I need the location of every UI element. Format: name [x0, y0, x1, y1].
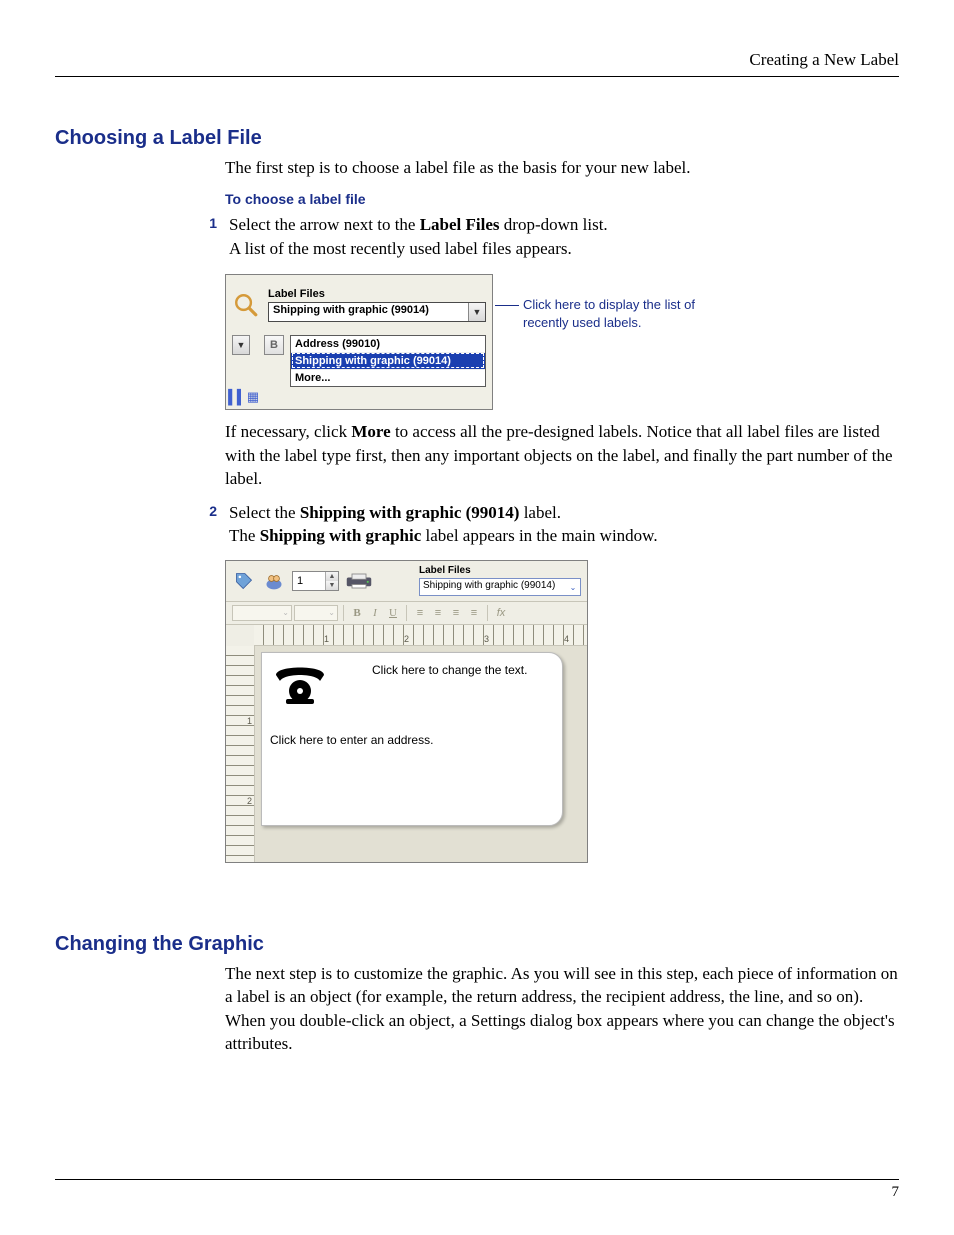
enter-address-placeholder[interactable]: Click here to enter an address. [270, 733, 433, 747]
spinner-down-icon[interactable]: ▼ [326, 581, 338, 590]
label-files-caption: Label Files [268, 288, 486, 300]
ruler-tick: 1 [324, 634, 329, 644]
magnifier-icon [232, 291, 260, 319]
chevron-down-icon[interactable]: ⌄ [566, 579, 580, 595]
step1-text-bold: Label Files [420, 215, 500, 234]
grid-icon: ▦ [246, 389, 260, 405]
after-fig1-bold: More [351, 422, 390, 441]
step2-text-a: Select the [229, 503, 300, 522]
toolbar-divider [487, 605, 488, 621]
step1-text-line2: A list of the most recently used label f… [229, 239, 572, 258]
label-canvas[interactable]: Click here to change the text. Click her… [261, 652, 563, 826]
list-item-more[interactable]: More... [291, 369, 485, 386]
ruler-tick: 4 [564, 634, 569, 644]
spinner-up-icon[interactable]: ▲ [326, 572, 338, 581]
align-right-button[interactable]: ≡ [448, 605, 464, 621]
telephone-icon[interactable] [272, 661, 328, 705]
step2-text-b: label. [519, 503, 561, 522]
changing-graphic-paragraph: The next step is to customize the graphi… [225, 962, 899, 1056]
align-justify-button[interactable]: ≡ [466, 605, 482, 621]
step2-text-bold: Shipping with graphic (99014) [300, 503, 520, 522]
list-item[interactable]: Address (99010) [291, 336, 485, 352]
step2-line2-b: label appears in the main window. [421, 526, 657, 545]
copies-spinner[interactable]: 1 ▲▼ [292, 571, 339, 591]
step2-line2-bold: Shipping with graphic [260, 526, 422, 545]
after-fig1-paragraph: If necessary, click More to access all t… [225, 420, 899, 490]
ruler-tick: 2 [404, 634, 409, 644]
step-number: 2 [203, 501, 217, 548]
intro-paragraph: The first step is to choose a label file… [225, 156, 899, 179]
people-icon[interactable] [262, 569, 286, 593]
page-number: 7 [55, 1184, 899, 1201]
fig1-frame: Label Files Shipping with graphic (99014… [225, 274, 493, 410]
font-size-select[interactable]: ⌄ [294, 605, 338, 621]
underline-button[interactable]: U [385, 605, 401, 621]
header-rule [55, 76, 899, 77]
bars-icon: ▍▍ [230, 389, 244, 405]
step-1: 1 Select the arrow next to the Label Fil… [203, 213, 899, 260]
page-header-chapter: Creating a New Label [55, 50, 899, 70]
section-changing-graphic: Changing the Graphic [55, 933, 899, 956]
step1-text-a: Select the arrow next to the [229, 215, 420, 234]
label-icon[interactable] [232, 569, 256, 593]
label-canvas-area: Click here to change the text. Click her… [255, 646, 587, 862]
fig2-label-files-caption: Label Files [419, 565, 581, 576]
align-left-button[interactable]: ≡ [412, 605, 428, 621]
align-center-button[interactable]: ≡ [430, 605, 446, 621]
toolbar-divider [343, 605, 344, 621]
ruler-vertical: 1 2 [226, 646, 255, 862]
printer-icon[interactable] [345, 572, 373, 590]
figure-2: 1 ▲▼ Label Files Shipping with graphic (… [225, 560, 588, 863]
fig2-combobox-value: Shipping with graphic (99014) [420, 579, 566, 595]
fig2-label-files-combobox[interactable]: Shipping with graphic (99014) ⌄ [419, 578, 581, 596]
bold-button[interactable]: B [264, 335, 284, 355]
step1-text-b: drop-down list. [500, 215, 608, 234]
ruler-tick: 2 [247, 796, 252, 806]
section-choosing-label-file: Choosing a Label File [55, 127, 899, 150]
label-files-combobox[interactable]: Shipping with graphic (99014) ▼ [268, 302, 486, 322]
font-family-select[interactable]: ⌄ [232, 605, 292, 621]
ruler-horizontal: 1 2 3 4 [254, 625, 587, 646]
fig2-toolbar-main: 1 ▲▼ Label Files Shipping with graphic (… [226, 561, 587, 602]
step-2: 2 Select the Shipping with graphic (9901… [203, 501, 899, 548]
figure-1-callout: Click here to display the list of recent… [509, 296, 723, 331]
step2-line2-a: The [229, 526, 260, 545]
ruler-tick: 3 [484, 634, 489, 644]
italic-button[interactable]: I [367, 605, 383, 621]
fig2-toolbar-format: ⌄ ⌄ B I U ≡ ≡ ≡ ≡ fx [226, 602, 587, 625]
step-number: 1 [203, 213, 217, 260]
chevron-down-icon[interactable]: ▼ [468, 303, 485, 321]
figure-1: Label Files Shipping with graphic (99014… [225, 274, 899, 410]
list-item-selected[interactable]: Shipping with graphic (99014) [291, 352, 485, 369]
footer-rule [55, 1179, 899, 1180]
bold-button[interactable]: B [349, 605, 365, 621]
change-text-placeholder[interactable]: Click here to change the text. [372, 663, 527, 677]
mini-dropdown-button[interactable]: ▼ [232, 335, 250, 355]
procedure-title: To choose a label file [225, 191, 899, 207]
after-fig1-a: If necessary, click [225, 422, 351, 441]
fx-button[interactable]: fx [493, 605, 509, 621]
spinner-value: 1 [293, 575, 325, 587]
ruler-tick: 1 [247, 716, 252, 726]
toolbar-divider [406, 605, 407, 621]
combobox-value: Shipping with graphic (99014) [269, 303, 468, 321]
recent-labels-dropdown[interactable]: Address (99010) Shipping with graphic (9… [290, 335, 486, 387]
